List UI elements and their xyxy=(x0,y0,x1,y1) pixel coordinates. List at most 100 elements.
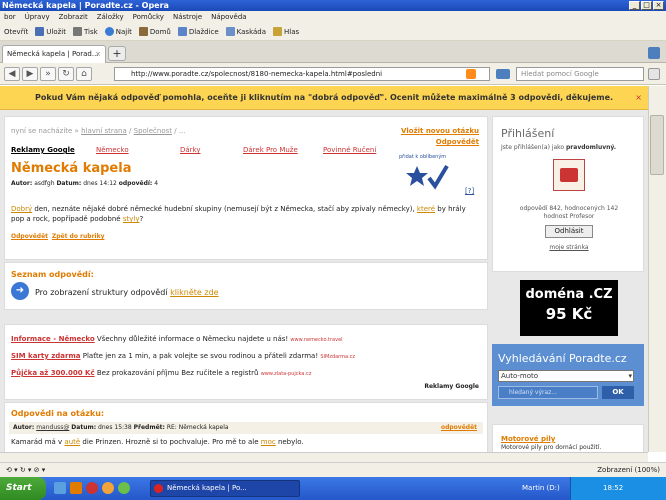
reply-subject: RE: Německá kapela xyxy=(166,424,229,431)
trash-icon[interactable] xyxy=(648,47,660,59)
open-button[interactable]: Otevřít xyxy=(4,28,28,36)
tab-nemecka-kapela[interactable]: Německá kapela | Porad... × xyxy=(2,45,106,63)
ad-text-3: Bez prokazování příjmu Bez ručitele a re… xyxy=(94,369,261,377)
question-title: Německá kapela xyxy=(11,161,132,176)
site-search-button[interactable]: OK xyxy=(602,386,634,399)
ads-footer[interactable]: Reklamy Google xyxy=(424,383,479,390)
category-select-value: Auto-moto xyxy=(501,372,539,380)
ad-url-1[interactable]: www.nemecko.travel xyxy=(290,337,342,343)
keyword-link-styly[interactable]: styly xyxy=(123,215,140,223)
rss-icon[interactable] xyxy=(466,69,476,79)
ads-title[interactable]: Reklamy Google xyxy=(11,146,75,154)
answer-top-link[interactable]: Odpovědět xyxy=(436,138,479,146)
reply-date: dnes 15:38 xyxy=(98,424,132,431)
notice-close-icon[interactable]: × xyxy=(635,86,642,110)
find-label: Najít xyxy=(115,27,132,36)
new-question-link[interactable]: Vložit novou otázku xyxy=(401,127,479,135)
keyword-link-ktere[interactable]: které xyxy=(417,205,435,213)
save-button[interactable]: Uložit xyxy=(35,27,66,36)
ad-link-darky[interactable]: Dárky xyxy=(180,146,201,154)
close-window-button[interactable]: × xyxy=(653,1,664,10)
clock[interactable]: 18:52 xyxy=(603,484,623,492)
ad-link-darek-pro-muze[interactable]: Dárek Pro Muže xyxy=(243,146,298,154)
new-tab-button[interactable]: + xyxy=(108,46,126,61)
minimize-button[interactable]: _ xyxy=(629,1,640,10)
vertical-scroll-thumb[interactable] xyxy=(650,115,664,175)
arrow-right-icon[interactable]: ➜ xyxy=(11,282,29,300)
back-to-category-link[interactable]: Zpět do rubriky xyxy=(52,233,105,240)
reply-author-link[interactable]: manduss@ xyxy=(36,424,69,431)
printer-icon xyxy=(73,27,82,36)
keyword-link-dobry[interactable]: Dobrý xyxy=(11,205,32,213)
my-page-link[interactable]: moje stránka xyxy=(493,244,645,251)
ad-link-povinne-ruceni[interactable]: Povinné Ručení xyxy=(323,146,376,154)
domain-ad-banner[interactable]: doména .CZ 95 Kč xyxy=(520,280,618,336)
back-button[interactable]: ◀ xyxy=(4,67,20,81)
url-text: http://www.poradte.cz/spolecnost/8180-ne… xyxy=(131,70,383,78)
window-title: Německá kapela | Poradte.cz - Opera xyxy=(2,1,169,10)
search-engine-icon[interactable] xyxy=(496,69,510,79)
favorite-badge[interactable]: přidat k oblíbeným xyxy=(399,154,451,196)
crumb-home-link[interactable]: hlavní strana xyxy=(81,127,127,135)
replies-title: Odpovědi na otázku: xyxy=(11,409,105,418)
login-panel: Přihlášení Jste přihlášen(a) jako pravdo… xyxy=(492,116,644,272)
cascade-button[interactable]: Kaskáda xyxy=(225,27,266,36)
opera-icon[interactable] xyxy=(86,482,98,494)
reload-button[interactable]: ↻ xyxy=(58,67,74,81)
ad-title-3[interactable]: Půjčka až 300.000 Kč xyxy=(11,369,95,377)
menu-file[interactable]: bor xyxy=(4,13,16,21)
search-input[interactable]: Hledat pomocí Google xyxy=(516,67,644,81)
login-rank: hodnost Profesor xyxy=(543,213,595,220)
ad-title-1[interactable]: Informace - Německo xyxy=(11,335,95,343)
menu-bookmarks[interactable]: Záložky xyxy=(97,13,124,21)
voice-button[interactable]: Hlas xyxy=(273,27,299,36)
replies-box: Odpovědi na otázku: Autor: manduss@ Datu… xyxy=(4,402,488,452)
tab-bar: Německá kapela | Porad... × + xyxy=(0,41,666,63)
forward-button[interactable]: ▶ xyxy=(22,67,38,81)
keyword-link-aute[interactable]: autě xyxy=(64,438,80,446)
home-button[interactable]: Domů xyxy=(138,27,171,36)
menu-help[interactable]: Nápověda xyxy=(211,13,246,21)
ad-url-3[interactable]: www.zlata-pujcka.cz xyxy=(261,371,312,377)
horizontal-scrollbar[interactable] xyxy=(0,452,648,462)
maximize-button[interactable]: □ xyxy=(641,1,652,10)
find-button[interactable]: Najít xyxy=(104,27,132,36)
status-icons[interactable]: ⟲ ▾ ↻ ▾ ⊘ ▾ xyxy=(6,466,45,474)
url-field[interactable]: http://www.poradte.cz/spolecnost/8180-ne… xyxy=(114,67,490,81)
tile-button[interactable]: Dlaždice xyxy=(177,27,219,36)
help-link[interactable]: [?] xyxy=(465,187,474,195)
print-button[interactable]: Tisk xyxy=(73,27,98,36)
zoom-indicator[interactable]: Zobrazení (100%) xyxy=(597,463,660,477)
answers-structure-link[interactable]: klikněte zde xyxy=(170,288,219,297)
explorer-icon[interactable] xyxy=(70,482,82,494)
system-tray: 18:52 xyxy=(570,477,666,500)
tab-close-icon[interactable]: × xyxy=(95,46,101,63)
avatar[interactable] xyxy=(553,159,585,191)
reply-text: Kamarád má v autě die Prinzen. Hrozně si… xyxy=(11,438,304,446)
fast-forward-button[interactable]: » xyxy=(40,67,56,81)
desktop-icon[interactable] xyxy=(54,482,66,494)
start-button[interactable]: Start xyxy=(0,477,46,500)
ad-title-2[interactable]: SIM karty zdarma xyxy=(11,352,81,360)
tray-drive[interactable]: Martin (D:) xyxy=(522,477,560,500)
ad-link-nemecko[interactable]: Německo xyxy=(96,146,129,154)
keyword-link-moc[interactable]: moc xyxy=(261,438,276,446)
taskbar-item-opera[interactable]: Německá kapela | Po... xyxy=(150,480,300,497)
side-ad-title[interactable]: Motorové pily xyxy=(501,435,555,443)
crumb-category-link[interactable]: Společnost xyxy=(134,127,172,135)
reply-link[interactable]: Odpovědět xyxy=(11,233,48,240)
menu-widgets[interactable]: Pomůcky xyxy=(133,13,164,21)
browser-icon[interactable] xyxy=(102,482,114,494)
search-go-icon[interactable] xyxy=(648,68,660,80)
menu-view[interactable]: Zobrazit xyxy=(59,13,88,21)
home-nav-button[interactable]: ⌂ xyxy=(76,67,92,81)
menu-tools[interactable]: Nástroje xyxy=(173,13,202,21)
side-ad-box: Motorové pily Motorové pily pro domácí p… xyxy=(492,424,644,452)
logout-button[interactable]: Odhlásit xyxy=(545,225,593,238)
ad-url-2[interactable]: SIMzdarma.cz xyxy=(320,354,355,360)
messenger-icon[interactable] xyxy=(118,482,130,494)
reply-answer-link[interactable]: odpovědět xyxy=(441,422,477,434)
site-search-input[interactable]: hledaný výraz... xyxy=(498,386,598,399)
category-select[interactable]: Auto-moto ▾ xyxy=(498,370,634,382)
menu-edit[interactable]: Úpravy xyxy=(25,13,50,21)
